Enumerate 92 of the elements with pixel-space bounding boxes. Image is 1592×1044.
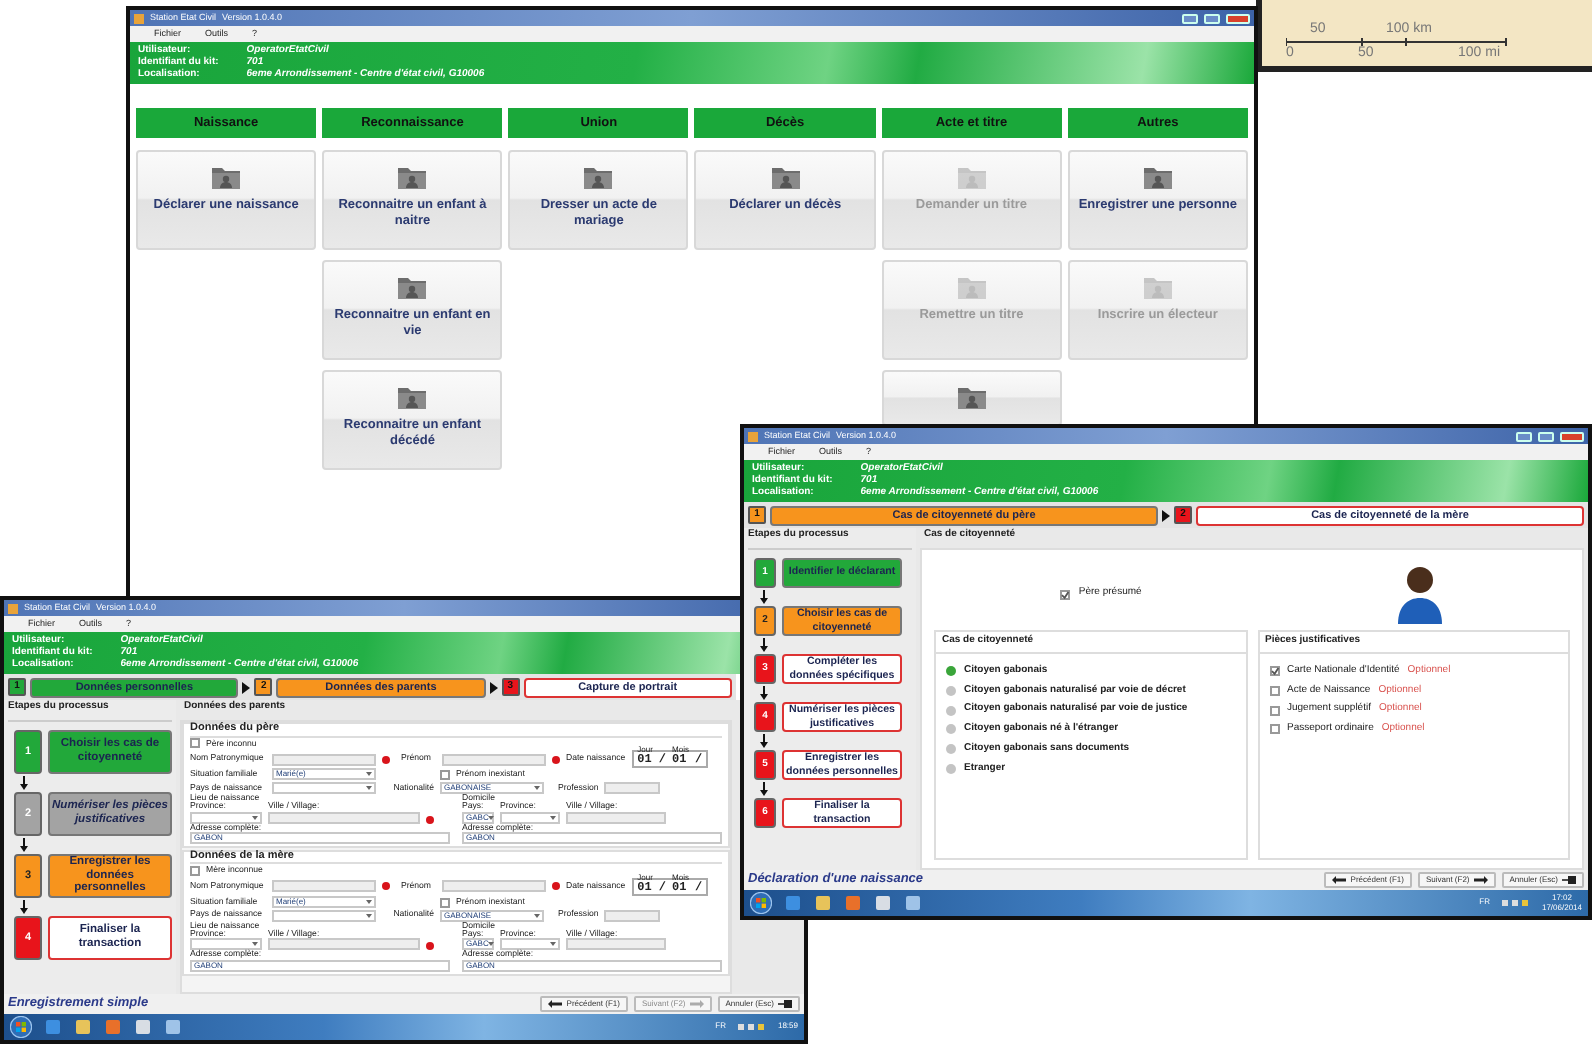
caret-icon: [366, 772, 372, 777]
start-button[interactable]: [10, 1016, 32, 1038]
required-icon: [426, 815, 434, 824]
checkbox[interactable]: [190, 738, 200, 749]
minimize-button[interactable]: [1516, 431, 1532, 441]
select-field[interactable]: [272, 781, 376, 794]
checkbox[interactable]: [190, 866, 200, 877]
select-field[interactable]: [500, 811, 560, 824]
close-button[interactable]: [1560, 431, 1584, 441]
required-icon: [426, 942, 434, 951]
text-field[interactable]: [604, 909, 661, 922]
caret-icon: [534, 913, 540, 918]
text-field[interactable]: [268, 938, 420, 951]
required-icon: [552, 882, 560, 891]
folder-icon: [582, 164, 615, 191]
down-arrow-icon: [20, 838, 28, 852]
arrow-icon: [1162, 509, 1170, 522]
checkbox[interactable]: [440, 897, 450, 908]
radio-button[interactable]: [946, 705, 956, 716]
text-field[interactable]: [604, 781, 661, 794]
caret-icon: [366, 913, 372, 918]
exit-icon: [1562, 876, 1576, 884]
close-button[interactable]: [1226, 13, 1250, 23]
caret-icon: [366, 785, 372, 790]
caret-icon: [366, 900, 372, 905]
text-field[interactable]: [272, 753, 376, 765]
select-field[interactable]: [272, 909, 376, 922]
folder-icon: [955, 274, 988, 301]
required-icon: [552, 755, 560, 763]
required-icon: [382, 755, 390, 763]
minimize-button[interactable]: [1182, 13, 1198, 23]
text-field[interactable]: [566, 938, 666, 951]
checkbox[interactable]: [440, 769, 450, 780]
checkbox[interactable]: [1269, 666, 1279, 677]
caret-icon: [252, 942, 258, 947]
caret-icon: [534, 785, 540, 790]
folder-icon: [210, 164, 243, 191]
radio-button[interactable]: [946, 744, 956, 755]
radio-button[interactable]: [946, 685, 956, 696]
arrow-icon: [242, 681, 251, 694]
folder-icon: [955, 164, 988, 191]
down-arrow-icon: [760, 686, 768, 700]
tray-icons-drawing: [1501, 898, 1530, 908]
right-arrow-icon: [1473, 876, 1488, 884]
select-field[interactable]: [190, 811, 262, 824]
maximize-button[interactable]: [1538, 431, 1554, 441]
select-field[interactable]: [190, 938, 262, 951]
folder-icon: [396, 164, 429, 191]
folder-icon: [955, 384, 988, 411]
caret-icon: [252, 815, 258, 820]
exit-icon: [778, 1000, 792, 1008]
right-arrow-icon: [689, 1000, 704, 1008]
maximize-button[interactable]: [1204, 13, 1220, 23]
action-tile[interactable]: [881, 370, 1062, 427]
app-icon: [8, 603, 18, 613]
folder-icon: [396, 384, 429, 411]
select-field[interactable]: [500, 938, 560, 951]
folder-icon: [396, 274, 429, 301]
checkbox[interactable]: [1269, 705, 1279, 716]
required-icon: [382, 882, 390, 891]
down-arrow-icon: [760, 782, 768, 796]
text-field[interactable]: [566, 811, 666, 824]
text-field[interactable]: [272, 880, 376, 893]
text-field[interactable]: [268, 811, 420, 824]
person-silhouette-icon: [1395, 564, 1444, 624]
arrow-icon: [489, 681, 498, 694]
folder-icon: [1141, 164, 1174, 191]
checkbox[interactable]: [1269, 724, 1279, 735]
down-arrow-icon: [760, 590, 768, 604]
radio-button[interactable]: [946, 666, 956, 677]
left-arrow-icon: [1332, 876, 1347, 884]
caret-icon: [550, 815, 556, 820]
caret-icon: [488, 815, 495, 820]
start-button[interactable]: [750, 892, 772, 914]
down-arrow-icon: [760, 638, 768, 652]
tray-icons-drawing: [737, 1022, 766, 1032]
caret-icon: [550, 942, 556, 947]
app-icon: [134, 13, 144, 23]
text-field[interactable]: [442, 880, 546, 893]
caret-icon: [488, 942, 495, 947]
folder-icon: [769, 164, 802, 191]
app-icon: [748, 431, 758, 441]
down-arrow-icon: [20, 900, 28, 914]
radio-button[interactable]: [946, 724, 956, 735]
down-arrow-icon: [20, 776, 28, 790]
radio-button[interactable]: [946, 763, 956, 774]
text-field[interactable]: [442, 753, 546, 765]
folder-icon: [1141, 274, 1174, 301]
checkbox[interactable]: [1269, 685, 1279, 696]
checkbox[interactable]: [1060, 589, 1071, 599]
left-arrow-icon: [548, 1000, 563, 1008]
down-arrow-icon: [760, 734, 768, 748]
